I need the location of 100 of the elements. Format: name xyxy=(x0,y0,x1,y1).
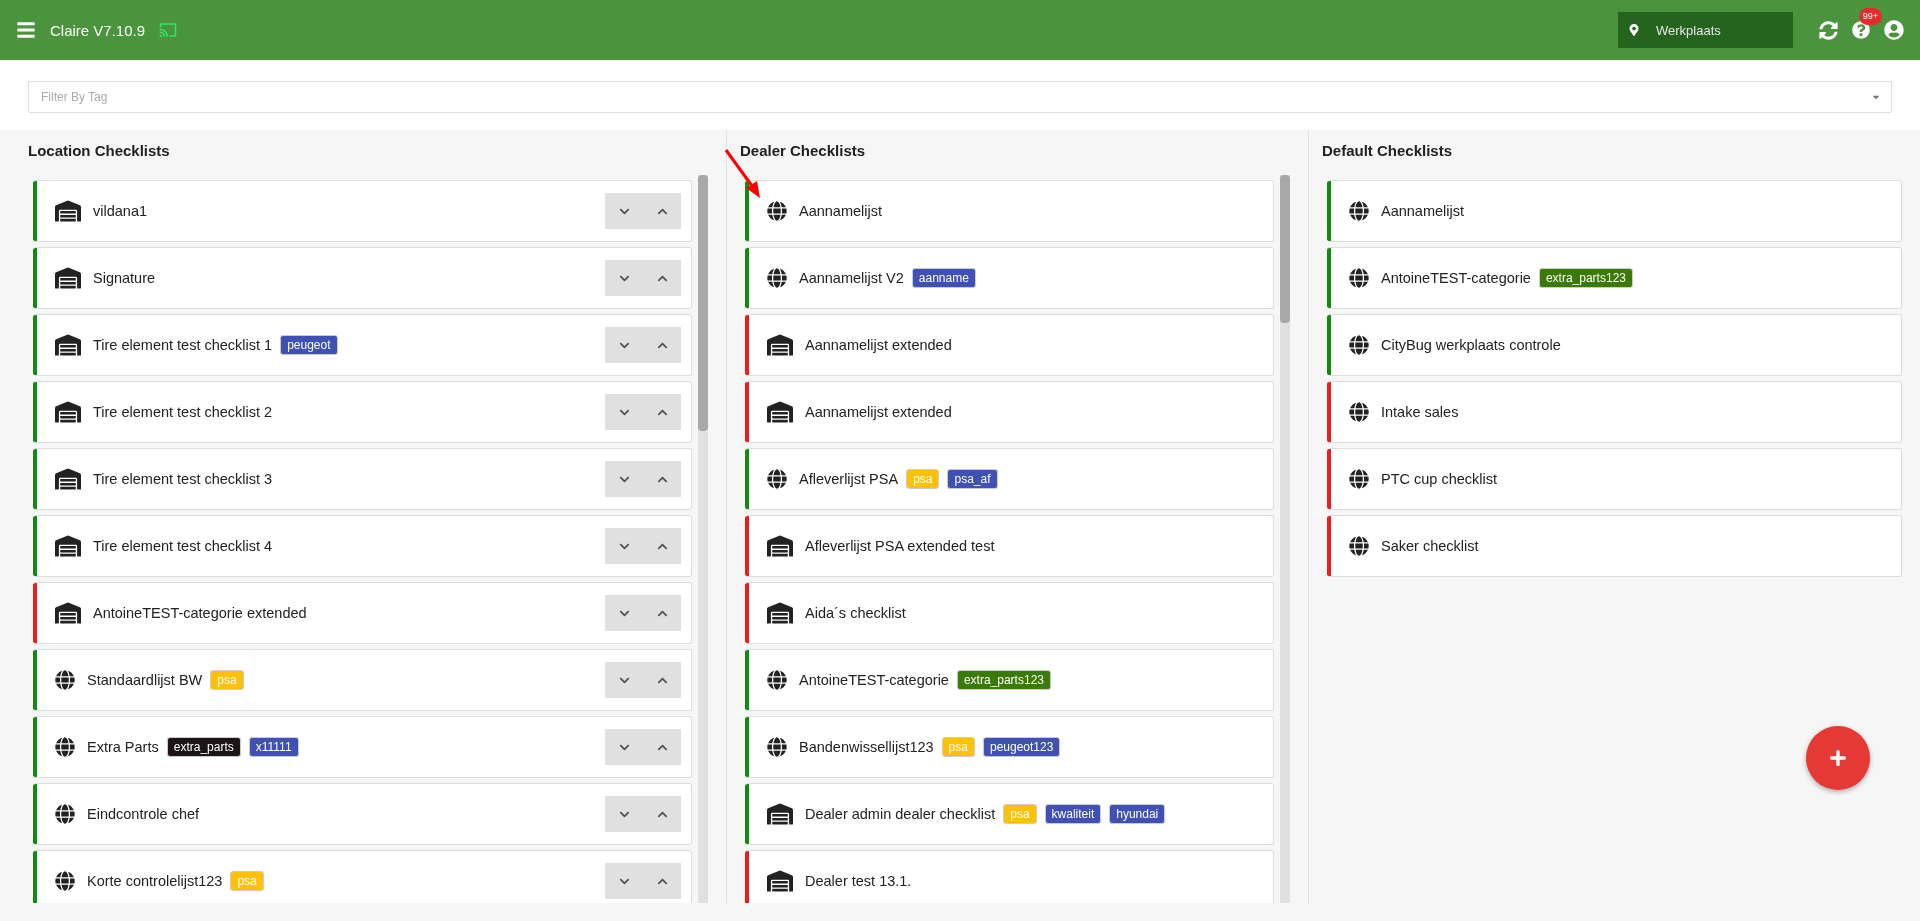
checklist-name: Afleverlijst PSA xyxy=(799,471,899,487)
globe-icon xyxy=(55,737,75,757)
tag-label: extra_parts123 xyxy=(1538,268,1633,288)
warehouse-icon xyxy=(55,533,81,559)
checklist-name: Tire element test checklist 1 xyxy=(93,337,273,353)
checklist-card[interactable]: Tire element test checklist 4 xyxy=(33,515,692,577)
checklist-name: Aannamelijst xyxy=(799,203,882,219)
warehouse-icon xyxy=(55,332,81,358)
checklist-card[interactable]: AntoineTEST-categorie extra_parts123 xyxy=(745,649,1274,711)
tag-label: extra_parts123 xyxy=(956,670,1051,690)
checklist-name: Tire element test checklist 4 xyxy=(93,538,273,554)
column-title: Dealer Checklists xyxy=(740,142,867,159)
checklist-card[interactable]: vildana1 xyxy=(33,180,692,242)
tag-label: x11111 xyxy=(248,737,299,757)
globe-icon xyxy=(767,737,787,757)
tag-label: kwaliteit xyxy=(1044,804,1102,824)
checklist-card[interactable]: Korte controlelijst123 psa xyxy=(33,850,692,903)
tag-label: hyundai xyxy=(1109,804,1166,824)
checklist-card[interactable]: Aannamelijst extended xyxy=(745,381,1274,443)
checklist-card[interactable]: Aannamelijst xyxy=(1327,180,1902,242)
checklist-name: Eindcontrole chef xyxy=(87,806,200,822)
globe-icon xyxy=(55,871,75,891)
cast-icon[interactable] xyxy=(159,21,178,39)
checklist-card[interactable]: Bandenwissellijst123 psa peugeot123 xyxy=(745,716,1274,778)
checklist-card[interactable]: Aida´s checklist xyxy=(745,582,1274,644)
app-title: Claire V7.10.9 xyxy=(50,21,146,39)
checklist-card[interactable]: Signature xyxy=(33,247,692,309)
map-pin-icon xyxy=(1628,24,1640,36)
checklist-card[interactable]: PTC cup checklist xyxy=(1327,448,1902,510)
scrollbar-thumb[interactable] xyxy=(698,175,708,431)
checklist-card[interactable]: Intake sales xyxy=(1327,381,1902,443)
globe-icon xyxy=(1349,201,1369,221)
checklist-name: Aannamelijst extended xyxy=(805,404,952,420)
scrollbar-thumb[interactable] xyxy=(1280,175,1290,323)
checklist-name: AntoineTEST-categorie xyxy=(1381,270,1531,286)
checklist-name: Aannamelijst V2 xyxy=(799,270,904,286)
checklist-name: Bandenwissellijst123 xyxy=(799,739,934,755)
checklist-name: Saker checklist xyxy=(1381,538,1479,554)
tag-label: psa xyxy=(230,871,264,891)
checklist-card[interactable]: Afleverlijst PSA extended test xyxy=(745,515,1274,577)
warehouse-icon xyxy=(767,399,793,425)
warehouse-icon xyxy=(55,265,81,291)
checklist-card[interactable]: Aannamelijst xyxy=(745,180,1274,242)
checklist-card[interactable]: Standaardlijst BW psa xyxy=(33,649,692,711)
checklist-card[interactable]: Dealer admin dealer checklist psa kwaliteit hyundai xyxy=(745,783,1274,845)
checklist-name: AntoineTEST-categorie xyxy=(799,672,949,688)
location-field[interactable]: Werkplaats xyxy=(1618,12,1793,48)
checklist-card[interactable]: Dealer test 13.1. xyxy=(745,850,1274,903)
checklist-card[interactable]: CityBug werkplaats controle xyxy=(1327,314,1902,376)
checklist-card[interactable]: Extra Parts extra_parts x11111 xyxy=(33,716,692,778)
warehouse-icon xyxy=(767,332,793,358)
checklist-card[interactable]: AntoineTEST-categorie extended xyxy=(33,582,692,644)
checklist-name: Signature xyxy=(93,270,156,286)
checklist-card[interactable]: Tire element test checklist 2 xyxy=(33,381,692,443)
globe-icon xyxy=(767,268,787,288)
warehouse-icon xyxy=(767,533,793,559)
column-title: Location Checklists xyxy=(28,142,171,159)
checklist-card[interactable]: Tire element test checklist 1 peugeot xyxy=(33,314,692,376)
globe-icon xyxy=(1349,335,1369,355)
checklist-card[interactable]: Afleverlijst PSA psa psa_af xyxy=(745,448,1274,510)
sync-icon[interactable] xyxy=(1819,20,1838,40)
globe-icon xyxy=(1349,402,1369,422)
warehouse-icon xyxy=(767,600,793,626)
checklist-name: Afleverlijst PSA extended test xyxy=(805,538,995,554)
warehouse-icon xyxy=(55,466,81,492)
checklist-card[interactable]: Saker checklist xyxy=(1327,515,1902,577)
checklist-card[interactable]: Aannamelijst extended xyxy=(745,314,1274,376)
globe-icon xyxy=(1349,268,1369,288)
column-title: Default Checklists xyxy=(1322,142,1454,159)
warehouse-icon xyxy=(55,399,81,425)
globe-icon xyxy=(767,201,787,221)
checklist-card[interactable]: AntoineTEST-categorie extra_parts123 xyxy=(1327,247,1902,309)
checklist-name: Extra Parts xyxy=(87,739,159,755)
tag-label: peugeot123 xyxy=(982,737,1061,757)
tag-label: psa xyxy=(1003,804,1037,824)
tag-label: peugeot xyxy=(280,335,338,355)
tag-label: psa xyxy=(210,670,244,690)
tag-label: psa_af xyxy=(947,469,998,489)
checklist-card[interactable]: Aannamelijst V2 aanname xyxy=(745,247,1274,309)
warehouse-icon xyxy=(55,198,81,224)
warehouse-icon xyxy=(767,868,793,894)
checklist-name: Tire element test checklist 3 xyxy=(93,471,273,487)
checklist-name: Dealer admin dealer checklist xyxy=(805,806,996,822)
globe-icon xyxy=(55,670,75,690)
tag-label: aanname xyxy=(911,268,976,288)
checklist-card[interactable]: Eindcontrole chef xyxy=(33,783,692,845)
checklist-name: Intake sales xyxy=(1381,404,1459,420)
checklist-card[interactable]: Tire element test checklist 3 xyxy=(33,448,692,510)
menu-icon[interactable] xyxy=(16,20,36,40)
warehouse-icon xyxy=(767,801,793,827)
tag-label: extra_parts xyxy=(166,737,241,757)
checklist-name: Aannamelijst xyxy=(1381,203,1464,219)
checklist-name: Tire element test checklist 2 xyxy=(93,404,273,420)
checklist-name: AntoineTEST-categorie extended xyxy=(93,605,307,621)
tag-label: psa xyxy=(906,469,940,489)
add-button[interactable] xyxy=(1806,726,1870,790)
checklist-name: Aida´s checklist xyxy=(805,605,906,621)
account-icon[interactable] xyxy=(1884,20,1904,40)
help-icon[interactable] xyxy=(1852,21,1870,39)
checklist-name: PTC cup checklist xyxy=(1381,471,1498,487)
